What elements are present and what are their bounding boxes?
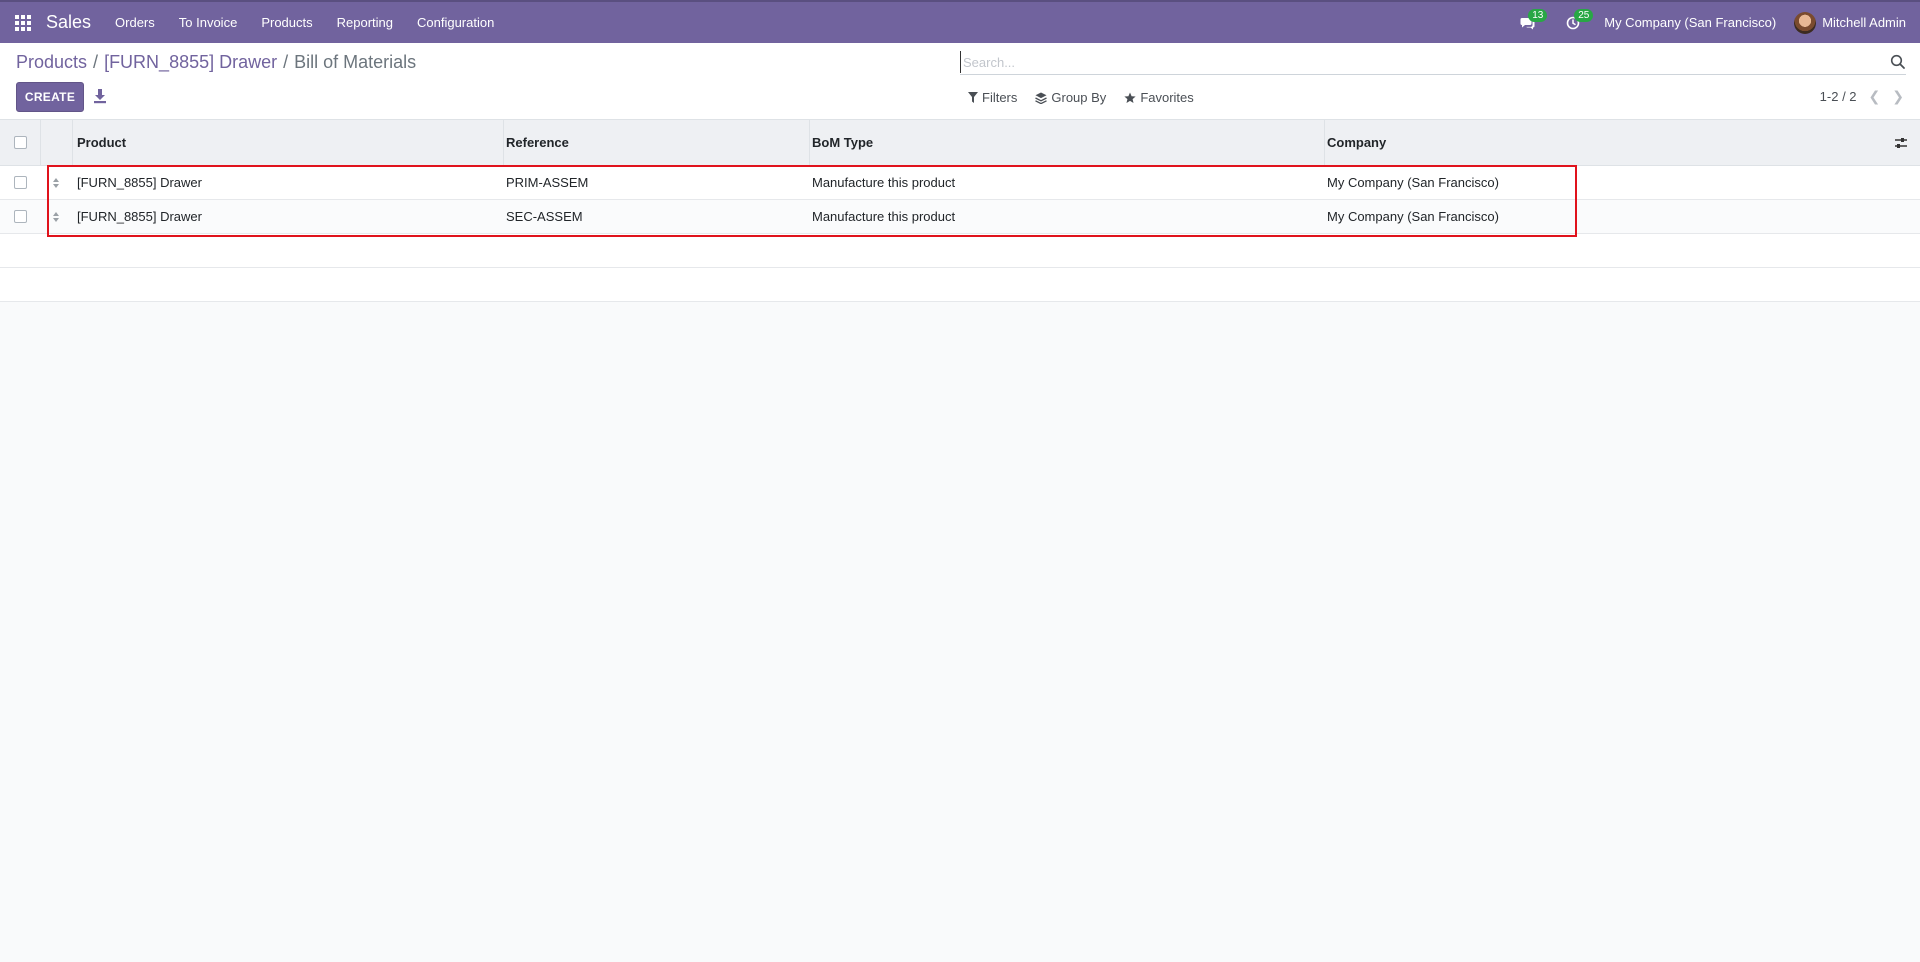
user-menu[interactable]: Mitchell Admin	[1794, 11, 1920, 34]
activities-count-badge: 25	[1574, 9, 1594, 22]
activities-button[interactable]: 25	[1550, 2, 1596, 43]
favorites-label: Favorites	[1140, 90, 1194, 105]
apps-grid-icon[interactable]	[0, 2, 46, 43]
search-icon[interactable]	[1890, 54, 1906, 70]
search-bar	[960, 51, 1906, 75]
app-name[interactable]: Sales	[46, 12, 91, 33]
menu-to-invoice[interactable]: To Invoice	[167, 2, 250, 43]
breadcrumb-separator: /	[283, 52, 289, 72]
top-navbar: Sales Orders To Invoice Products Reporti…	[0, 0, 1920, 43]
group-by-label: Group By	[1051, 90, 1107, 105]
menu-configuration[interactable]: Configuration	[405, 2, 506, 43]
drag-handle-icon[interactable]	[40, 211, 72, 223]
user-name: Mitchell Admin	[1822, 15, 1906, 30]
group-by-button[interactable]: Group By	[1035, 90, 1106, 105]
breadcrumb: Products / [FURN_8855] Drawer / Bill of …	[16, 52, 416, 73]
star-icon	[1124, 92, 1136, 103]
cell-company: My Company (San Francisco)	[1327, 175, 1499, 190]
menu-products[interactable]: Products	[249, 2, 324, 43]
table-row[interactable]: [FURN_8855] Drawer SEC-ASSEM Manufacture…	[0, 200, 1920, 234]
optional-columns-icon[interactable]	[1894, 136, 1908, 150]
table-row[interactable]: [FURN_8855] Drawer PRIM-ASSEM Manufactur…	[0, 166, 1920, 200]
chevron-right-icon[interactable]: ❯	[1892, 88, 1904, 105]
breadcrumb-products[interactable]: Products	[16, 52, 87, 73]
cell-reference: PRIM-ASSEM	[506, 175, 589, 190]
filters-button[interactable]: Filters	[968, 90, 1017, 105]
avatar	[1794, 11, 1817, 34]
cell-bom-type: Manufacture this product	[812, 209, 956, 224]
cell-reference: SEC-ASSEM	[506, 209, 583, 224]
column-header-company[interactable]: Company	[1324, 135, 1920, 150]
row-checkbox[interactable]	[13, 210, 27, 223]
column-header-product[interactable]: Product	[72, 135, 503, 150]
breadcrumb-product-drawer[interactable]: [FURN_8855] Drawer	[104, 52, 277, 73]
control-panel: Products / [FURN_8855] Drawer / Bill of …	[0, 43, 1920, 120]
bom-list-table: Product Reference BoM Type Company [FURN…	[0, 120, 1920, 302]
search-input[interactable]	[960, 51, 1906, 73]
cell-product: [FURN_8855] Drawer	[77, 209, 202, 224]
download-icon[interactable]	[93, 87, 107, 105]
create-button[interactable]: CREATE	[16, 82, 84, 112]
favorites-button[interactable]: Favorites	[1124, 90, 1194, 105]
pager: 1-2 / 2 ❮ ❯	[1820, 88, 1904, 105]
pager-value[interactable]: 1-2 / 2	[1820, 89, 1857, 104]
search-options: Filters Group By Favorites	[968, 90, 1194, 105]
filter-icon	[968, 92, 978, 103]
row-checkbox[interactable]	[13, 176, 27, 189]
cell-product: [FURN_8855] Drawer	[77, 175, 202, 190]
menu-orders[interactable]: Orders	[103, 2, 167, 43]
table-header: Product Reference BoM Type Company	[0, 120, 1920, 166]
chevron-left-icon[interactable]: ❮	[1869, 88, 1881, 105]
column-header-reference[interactable]: Reference	[503, 135, 809, 150]
menu-reporting[interactable]: Reporting	[325, 2, 405, 43]
empty-row	[0, 234, 1920, 268]
layers-icon	[1035, 92, 1048, 104]
cell-bom-type: Manufacture this product	[812, 175, 956, 190]
messages-button[interactable]: 13	[1504, 2, 1550, 43]
column-header-bom-type[interactable]: BoM Type	[809, 135, 1324, 150]
empty-row	[0, 268, 1920, 302]
filters-label: Filters	[982, 90, 1018, 105]
company-switcher[interactable]: My Company (San Francisco)	[1596, 15, 1794, 30]
drag-handle-icon[interactable]	[40, 177, 72, 189]
breadcrumb-separator: /	[93, 52, 99, 72]
select-all-checkbox[interactable]	[13, 136, 27, 149]
messages-count-badge: 13	[1528, 9, 1548, 22]
cell-company: My Company (San Francisco)	[1327, 209, 1499, 224]
page-title: Bill of Materials	[294, 52, 417, 72]
